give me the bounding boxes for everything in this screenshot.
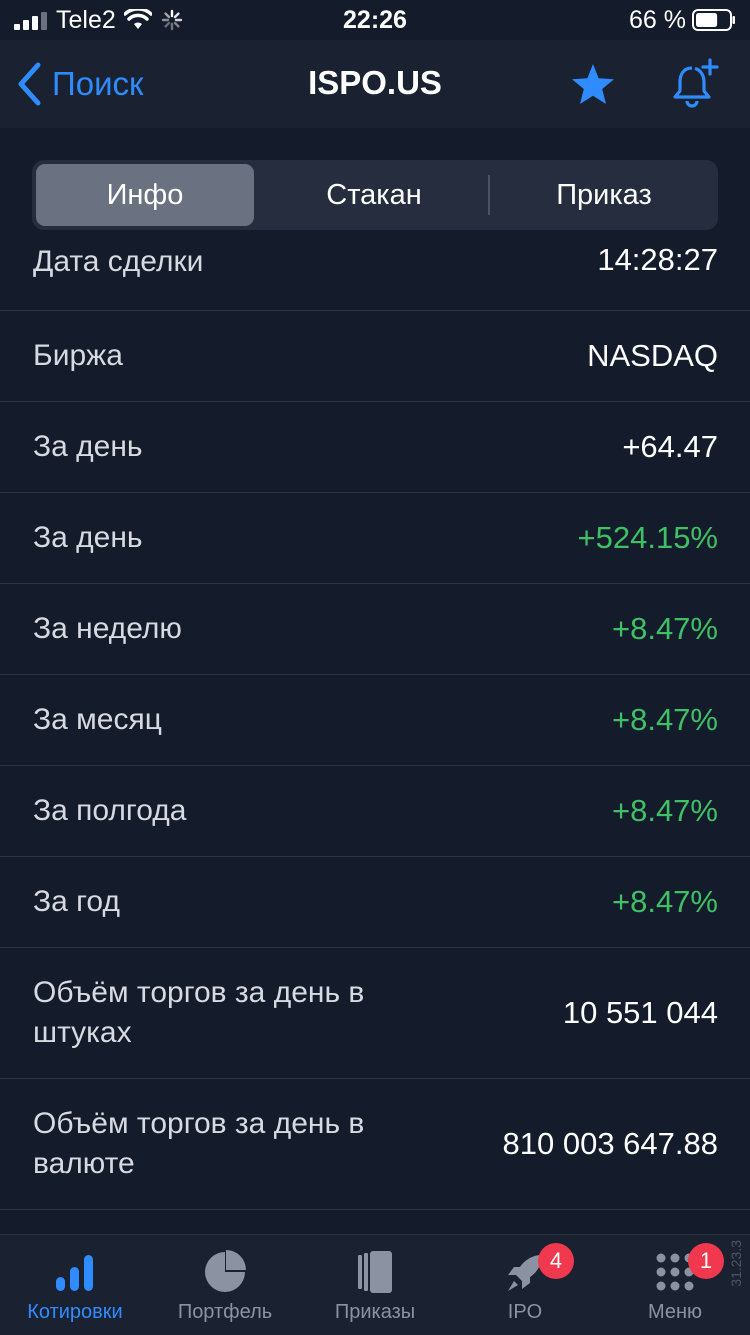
info-row-label: Биржа [33, 339, 123, 372]
battery-icon [692, 9, 735, 31]
info-row-label: За полгода [33, 794, 187, 827]
tab-bar: Котировки Портфель Приказы 4 IPO 1 Меню [0, 1234, 750, 1335]
info-row-label: За месяц [33, 703, 162, 736]
add-alert-bell-icon[interactable] [670, 58, 722, 110]
info-row: Объём торгов за день в валюте 810 003 647… [0, 1079, 750, 1210]
info-row-value: +524.15% [577, 520, 718, 555]
info-row-label: Объём торгов за день в валюте [33, 1107, 365, 1180]
chevron-left-icon [18, 62, 41, 106]
segmented-control: Инфо Стакан Приказ [32, 160, 718, 230]
navigation-bar: Поиск ISPO.US [0, 40, 750, 128]
info-row-label: За день [33, 521, 143, 554]
menu-badge: 1 [688, 1243, 724, 1279]
bar-chart-icon [56, 1255, 93, 1291]
info-row-value: NASDAQ [587, 338, 718, 373]
info-row: За неделю +8.47% [0, 584, 750, 675]
info-row-value: 810 003 647.88 [502, 1126, 719, 1161]
tab-quotes[interactable]: Котировки [0, 1235, 150, 1335]
info-row-value: +8.47% [611, 884, 718, 919]
info-row-value: +64.47 [622, 429, 718, 464]
tab-info[interactable]: Инфо [36, 164, 254, 226]
info-row-value: 10 551 044 [562, 995, 718, 1030]
info-row: За день +524.15% [0, 493, 750, 584]
orders-icon [358, 1251, 392, 1293]
info-row: Дата сделки 14:28:27 [0, 242, 750, 311]
info-row: Биржа NASDAQ [0, 311, 750, 402]
info-list[interactable]: Дата сделки 14:28:27 Биржа NASDAQ За день +64… [0, 242, 750, 1234]
tab-portfolio-label: Портфель [177, 1301, 273, 1323]
tab-menu-label: Меню [647, 1301, 703, 1323]
tab-orders[interactable]: Приказы [300, 1235, 450, 1335]
tab-quotes-label: Котировки [27, 1301, 123, 1323]
status-bar: Tele2 22:26 66 % [0, 0, 750, 40]
tab-order-book[interactable]: Стакан [264, 164, 484, 226]
info-row: За полгода +8.47% [0, 766, 750, 857]
favorite-star-icon[interactable] [570, 62, 616, 108]
info-row-value: +8.47% [611, 702, 718, 737]
info-row-value: +8.47% [611, 793, 718, 828]
pie-chart-icon [205, 1250, 246, 1292]
battery-percent: 66 % [629, 6, 686, 34]
info-row-label: За неделю [33, 612, 182, 645]
tab-ipo[interactable]: 4 IPO [450, 1235, 600, 1335]
info-row: Объём торгов за день в штуках 10 551 044 [0, 948, 750, 1079]
info-row-value: +8.47% [611, 611, 718, 646]
back-button[interactable]: Поиск [16, 62, 143, 106]
info-row-label: За день [33, 430, 143, 463]
version-label: 31.23.3 [728, 1240, 744, 1287]
back-button-label: Поиск [52, 65, 144, 102]
tab-portfolio[interactable]: Портфель [150, 1235, 300, 1335]
info-row: За месяц +8.47% [0, 675, 750, 766]
info-row-label: За год [33, 885, 120, 918]
info-row: За день +64.47 [0, 402, 750, 493]
info-row-label: Объём торгов за день в штуках [33, 976, 365, 1049]
tab-order[interactable]: Приказ [494, 164, 714, 226]
info-row: За год +8.47% [0, 857, 750, 948]
ipo-badge: 4 [538, 1243, 574, 1279]
tab-orders-label: Приказы [334, 1301, 416, 1323]
tab-ipo-label: IPO [507, 1301, 543, 1323]
segment-divider [488, 175, 490, 215]
